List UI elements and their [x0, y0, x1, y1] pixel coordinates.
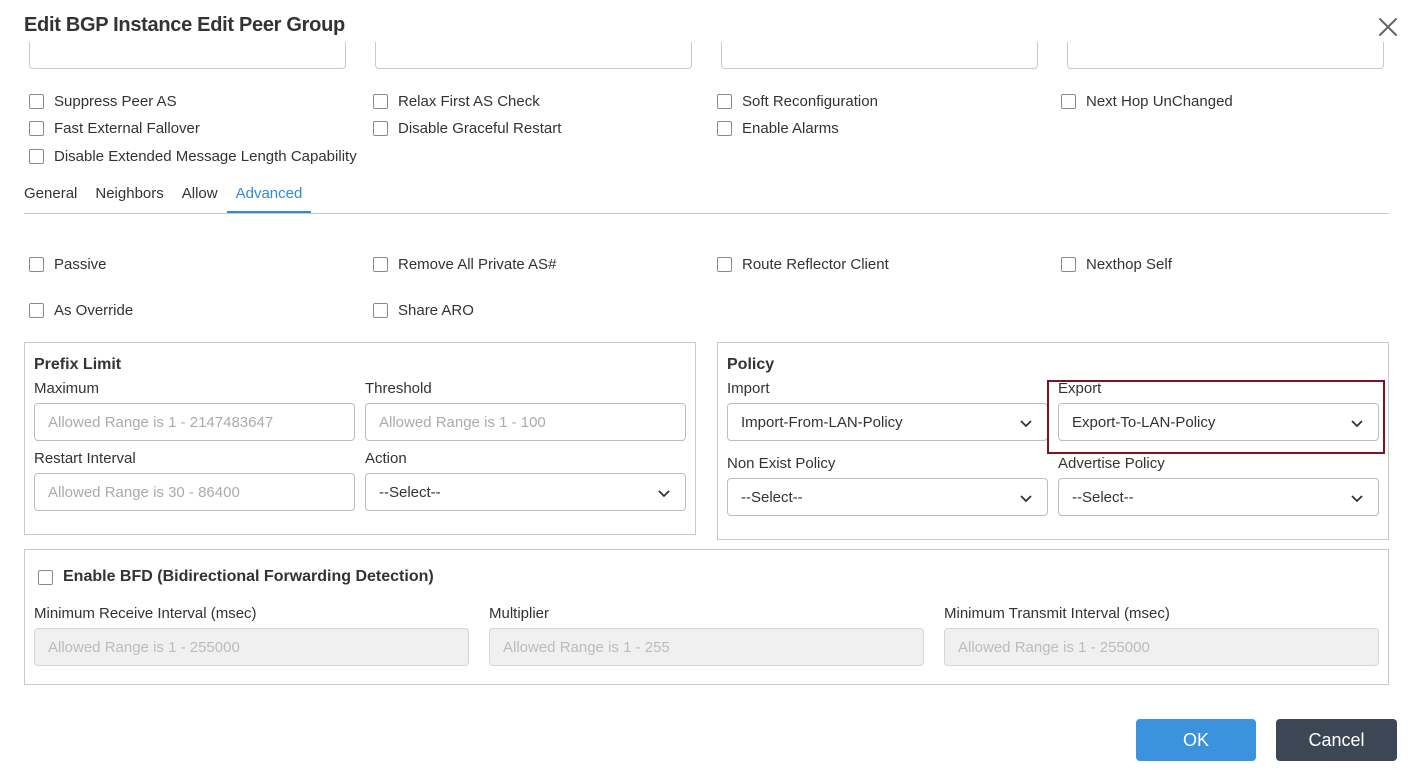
non-exist-policy-label: Non Exist Policy	[727, 455, 836, 472]
checkbox-box[interactable]	[373, 93, 388, 109]
prefix-limit-title: Prefix Limit	[34, 356, 122, 373]
scrolled-input-3[interactable]	[721, 42, 1038, 69]
min-transmit-interval-label: Minimum Transmit Interval (msec)	[944, 605, 1170, 622]
tab-general[interactable]: General	[24, 180, 77, 213]
checkbox-label: Suppress Peer AS	[54, 92, 177, 110]
action-label: Action	[365, 450, 407, 467]
checkbox-label: Remove All Private AS#	[398, 255, 557, 273]
checkbox-box[interactable]	[373, 302, 388, 318]
policy-title: Policy	[727, 356, 775, 373]
threshold-label: Threshold	[365, 380, 432, 397]
checkbox-label: Next Hop UnChanged	[1086, 92, 1233, 110]
checkbox-box[interactable]	[373, 120, 388, 136]
action-select-value: --Select--	[379, 483, 441, 501]
checkbox-suppress-peer-as[interactable]: Suppress Peer AS	[29, 91, 177, 111]
checkbox-disable-extended-message-length[interactable]: Disable Extended Message Length Capabili…	[29, 146, 357, 166]
checkbox-remove-all-private-as[interactable]: Remove All Private AS#	[373, 254, 556, 274]
bfd-title: Enable BFD (Bidirectional Forwarding Det…	[63, 568, 434, 585]
dialog-title: Edit BGP Instance Edit Peer Group	[24, 14, 345, 36]
maximum-input[interactable]	[34, 403, 355, 441]
checkbox-box[interactable]	[717, 93, 732, 109]
advertise-policy-value: --Select--	[1072, 488, 1134, 506]
close-icon[interactable]	[1376, 15, 1400, 39]
checkbox-label: Share ARO	[398, 301, 474, 319]
min-receive-interval-label: Minimum Receive Interval (msec)	[34, 605, 257, 622]
non-exist-policy-value: --Select--	[741, 488, 803, 506]
checkbox-nexthop-self[interactable]: Nexthop Self	[1061, 254, 1172, 274]
checkbox-box[interactable]	[1061, 256, 1076, 272]
restart-interval-input[interactable]	[34, 473, 355, 511]
checkbox-label: Relax First AS Check	[398, 92, 540, 110]
checkbox-label: Disable Extended Message Length Capabili…	[54, 147, 357, 165]
import-select[interactable]: Import-From-LAN-Policy	[727, 403, 1048, 441]
checkbox-label: Passive	[54, 255, 107, 273]
import-label: Import	[727, 380, 770, 397]
checkbox-relax-first-as-check[interactable]: Relax First AS Check	[373, 91, 540, 111]
tab-neighbors[interactable]: Neighbors	[95, 180, 163, 213]
checkbox-disable-graceful-restart[interactable]: Disable Graceful Restart	[373, 118, 561, 138]
ok-button[interactable]: OK	[1136, 719, 1256, 761]
checkbox-label: Fast External Fallover	[54, 119, 200, 137]
advertise-policy-label: Advertise Policy	[1058, 455, 1165, 472]
chevron-down-icon	[1020, 495, 1032, 503]
non-exist-policy-select[interactable]: --Select--	[727, 478, 1048, 516]
checkbox-box[interactable]	[373, 256, 388, 272]
checkbox-label: Disable Graceful Restart	[398, 119, 562, 137]
checkbox-share-aro[interactable]: Share ARO	[373, 300, 474, 320]
checkbox-box[interactable]	[29, 148, 44, 164]
checkbox-box[interactable]	[717, 120, 732, 136]
tab-bar: General Neighbors Allow Advanced	[24, 180, 1389, 214]
scrolled-input-1[interactable]	[29, 42, 346, 69]
cancel-button[interactable]: Cancel	[1276, 719, 1397, 761]
checkbox-box[interactable]	[1061, 93, 1076, 109]
checkbox-label: As Override	[54, 301, 134, 319]
checkbox-label: Soft Reconfiguration	[742, 92, 878, 110]
checkbox-box[interactable]	[38, 569, 53, 585]
checkbox-as-override[interactable]: As Override	[29, 300, 133, 320]
restart-interval-label: Restart Interval	[34, 450, 136, 467]
import-select-value: Import-From-LAN-Policy	[741, 413, 903, 431]
checkbox-passive[interactable]: Passive	[29, 254, 107, 274]
export-highlight-box	[1047, 380, 1385, 454]
checkbox-next-hop-unchanged[interactable]: Next Hop UnChanged	[1061, 91, 1233, 111]
min-receive-interval-input[interactable]	[34, 628, 469, 666]
checkbox-route-reflector-client[interactable]: Route Reflector Client	[717, 254, 889, 274]
checkbox-soft-reconfiguration[interactable]: Soft Reconfiguration	[717, 91, 878, 111]
checkbox-label: Nexthop Self	[1086, 255, 1172, 273]
checkbox-fast-external-fallover[interactable]: Fast External Fallover	[29, 118, 200, 138]
checkbox-enable-alarms[interactable]: Enable Alarms	[717, 118, 839, 138]
checkbox-box[interactable]	[29, 302, 44, 318]
chevron-down-icon	[1351, 495, 1363, 503]
scrolled-input-4[interactable]	[1067, 42, 1384, 69]
scrolled-input-2[interactable]	[375, 42, 692, 69]
min-transmit-interval-input[interactable]	[944, 628, 1379, 666]
checkbox-label: Route Reflector Client	[742, 255, 889, 273]
maximum-label: Maximum	[34, 380, 100, 397]
advertise-policy-select[interactable]: --Select--	[1058, 478, 1379, 516]
checkbox-box[interactable]	[717, 256, 732, 272]
multiplier-input[interactable]	[489, 628, 924, 666]
checkbox-enable-bfd[interactable]: Enable BFD (Bidirectional Forwarding Det…	[38, 567, 434, 587]
multiplier-label: Multiplier	[489, 605, 550, 622]
threshold-input[interactable]	[365, 403, 686, 441]
checkbox-box[interactable]	[29, 256, 44, 272]
tab-allow[interactable]: Allow	[182, 180, 218, 213]
action-select[interactable]: --Select--	[365, 473, 686, 511]
chevron-down-icon	[658, 490, 670, 498]
checkbox-box[interactable]	[29, 120, 44, 136]
checkbox-box[interactable]	[29, 93, 44, 109]
checkbox-label: Enable Alarms	[742, 119, 839, 137]
chevron-down-icon	[1020, 420, 1032, 428]
tab-advanced[interactable]: Advanced	[226, 180, 312, 213]
